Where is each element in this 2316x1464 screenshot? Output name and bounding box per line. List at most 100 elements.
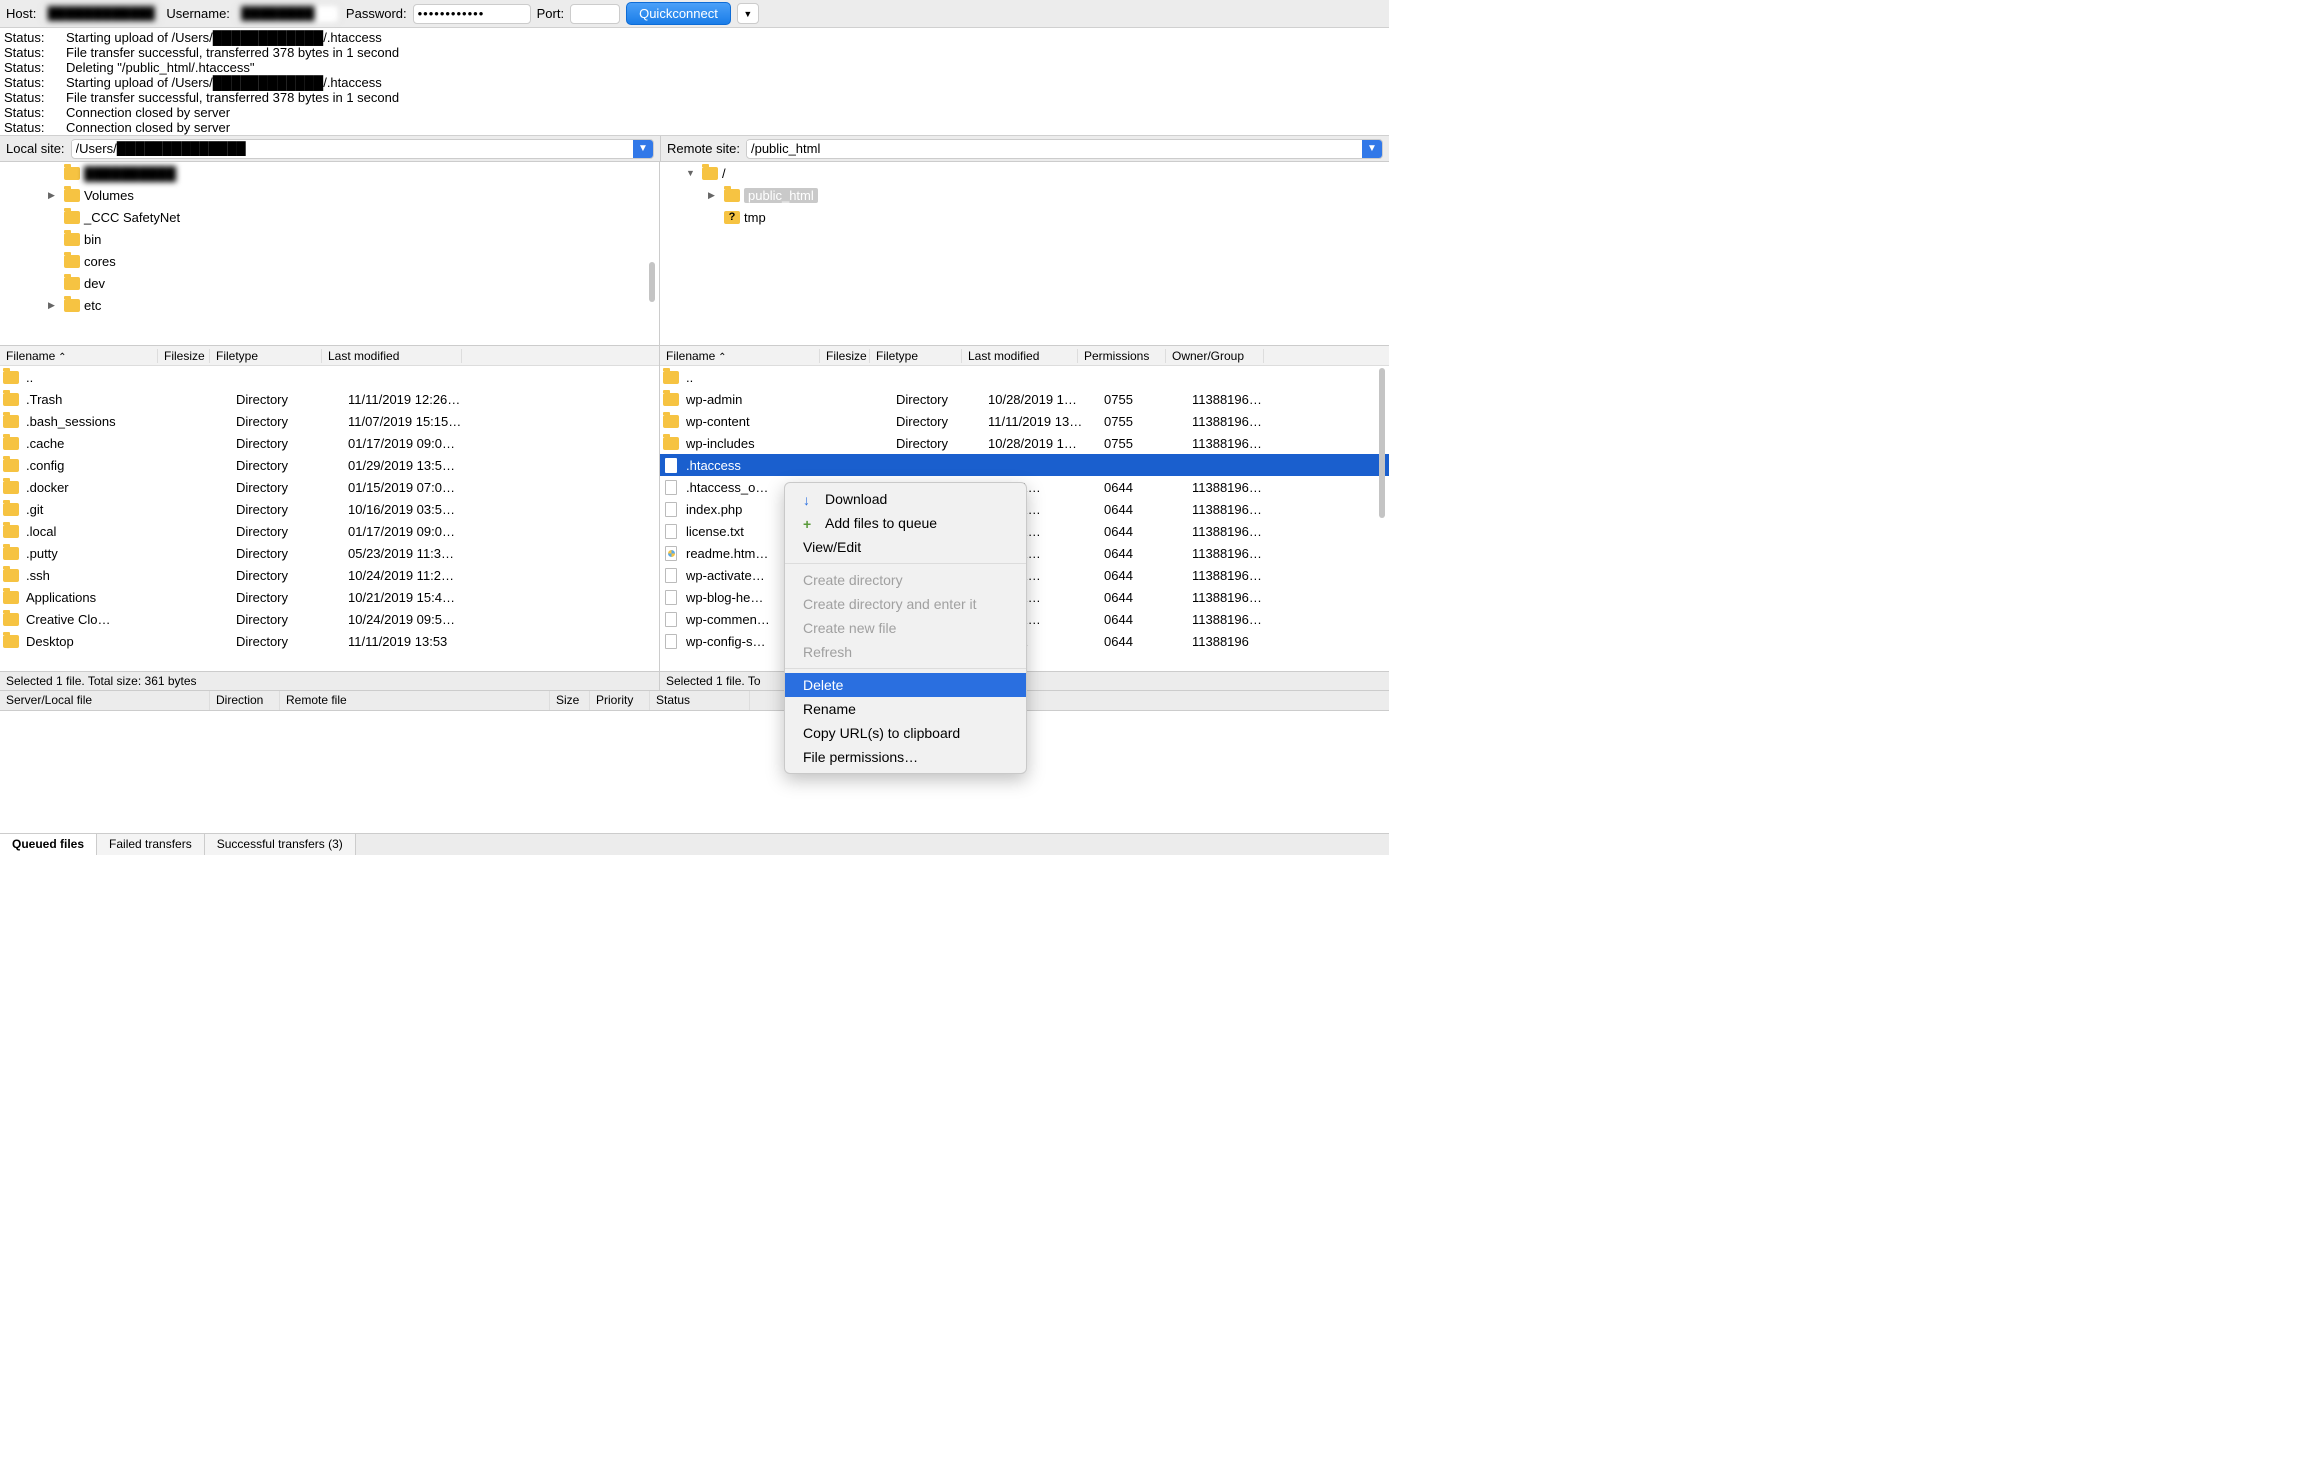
disclosure-icon[interactable]: ▶ <box>48 190 60 201</box>
local-tree[interactable]: ▶██████████▶Volumes▶_CCC SafetyNet▶bin▶c… <box>0 162 660 345</box>
file-type: Directory <box>232 436 344 451</box>
host-input[interactable] <box>42 4 160 24</box>
local-tree-item[interactable]: ▶bin <box>0 228 659 250</box>
file-row[interactable]: wp-contentDirectory11/11/2019 13…0755113… <box>660 410 1389 432</box>
local-tree-item[interactable]: ▶cores <box>0 250 659 272</box>
remote-site-combo[interactable]: ▼ <box>746 139 1383 159</box>
column-header[interactable]: Filesize <box>820 349 870 363</box>
column-header[interactable]: Owner/Group <box>1166 349 1264 363</box>
queue-column-header[interactable]: Size <box>550 691 590 710</box>
transfer-queue-body[interactable] <box>0 711 1389 833</box>
tree-item-label: / <box>722 166 726 181</box>
username-input[interactable] <box>236 4 340 24</box>
file-row[interactable]: Creative Clo…Directory10/24/2019 09:5… <box>0 608 659 630</box>
ctx-download-label: Download <box>825 491 887 507</box>
local-file-header: FilenameFilesizeFiletypeLast modified <box>0 346 659 366</box>
ctx-download[interactable]: Download <box>785 487 1026 511</box>
remote-tree-item[interactable]: ▶public_html <box>660 184 1389 206</box>
scrollbar-thumb[interactable] <box>649 262 655 302</box>
folder-icon <box>2 613 20 626</box>
file-name: .. <box>682 370 842 385</box>
file-row[interactable]: .gitDirectory10/16/2019 03:5… <box>0 498 659 520</box>
remote-tree[interactable]: ▼/▶public_html▶?tmp <box>660 162 1389 345</box>
column-header[interactable]: Filename <box>0 349 158 363</box>
tree-item-label: dev <box>84 276 105 291</box>
column-header[interactable]: Permissions <box>1078 349 1166 363</box>
file-row[interactable]: DesktopDirectory11/11/2019 13:53 <box>0 630 659 652</box>
tab-failed-transfers[interactable]: Failed transfers <box>97 834 205 855</box>
log-status-label: Status: <box>4 30 66 45</box>
ctx-create-new-file[interactable]: Create new file <box>785 616 1026 640</box>
quickconnect-history-button[interactable]: ▼ <box>737 3 759 24</box>
selection-status-bar: Selected 1 file. Total size: 361 bytes S… <box>0 671 1389 691</box>
quickconnect-button[interactable]: Quickconnect <box>626 2 731 25</box>
ctx-addqueue-label: Add files to queue <box>825 515 937 531</box>
queue-column-header[interactable]: Direction <box>210 691 280 710</box>
file-row[interactable]: .localDirectory01/17/2019 09:0… <box>0 520 659 542</box>
file-row[interactable]: .TrashDirectory11/11/2019 12:26… <box>0 388 659 410</box>
file-row[interactable]: .. <box>0 366 659 388</box>
ctx-create-directory[interactable]: Create directory <box>785 568 1026 592</box>
folder-icon <box>2 459 20 472</box>
queue-column-header[interactable]: Status <box>650 691 750 710</box>
column-header[interactable]: Filesize <box>158 349 210 363</box>
file-row[interactable]: ApplicationsDirectory10/21/2019 15:4… <box>0 586 659 608</box>
file-name: wp-includes <box>682 436 842 451</box>
ctx-add-to-queue[interactable]: Add files to queue <box>785 511 1026 535</box>
ctx-copy-url[interactable]: Copy URL(s) to clipboard <box>785 721 1026 745</box>
file-row[interactable]: .cacheDirectory01/17/2019 09:0… <box>0 432 659 454</box>
disclosure-icon[interactable]: ▶ <box>708 190 720 201</box>
file-row[interactable]: wp-adminDirectory10/28/2019 1…0755113881… <box>660 388 1389 410</box>
local-site-combo[interactable]: ▼ <box>71 139 654 159</box>
tab-successful-transfers[interactable]: Successful transfers (3) <box>205 834 356 855</box>
port-input[interactable] <box>570 4 620 24</box>
local-tree-item[interactable]: ▶_CCC SafetyNet <box>0 206 659 228</box>
local-site-input[interactable] <box>72 141 633 156</box>
column-header[interactable]: Last modified <box>322 349 462 363</box>
remote-tree-item[interactable]: ▶?tmp <box>660 206 1389 228</box>
column-header[interactable]: Last modified <box>962 349 1078 363</box>
file-row[interactable]: .htaccess <box>660 454 1389 476</box>
file-row[interactable]: .bash_sessionsDirectory11/07/2019 15:15… <box>0 410 659 432</box>
local-selection-status: Selected 1 file. Total size: 361 bytes <box>0 672 660 690</box>
folder-icon: ? <box>724 211 740 224</box>
file-row[interactable]: .sshDirectory10/24/2019 11:2… <box>0 564 659 586</box>
ctx-rename[interactable]: Rename <box>785 697 1026 721</box>
chevron-down-icon[interactable]: ▼ <box>633 140 653 158</box>
ctx-create-directory-enter[interactable]: Create directory and enter it <box>785 592 1026 616</box>
username-label: Username: <box>166 6 230 21</box>
column-header[interactable]: Filetype <box>210 349 322 363</box>
file-modified: 10/24/2019 11:2… <box>344 568 484 583</box>
chevron-down-icon[interactable]: ▼ <box>1362 140 1382 158</box>
disclosure-icon[interactable]: ▼ <box>686 168 698 178</box>
file-modified: 10/21/2019 15:4… <box>344 590 484 605</box>
remote-site-input[interactable] <box>747 141 1362 156</box>
file-row[interactable]: .configDirectory01/29/2019 13:5… <box>0 454 659 476</box>
scrollbar-thumb[interactable] <box>1379 368 1385 518</box>
ctx-file-permissions[interactable]: File permissions… <box>785 745 1026 769</box>
file-row[interactable]: .dockerDirectory01/15/2019 07:0… <box>0 476 659 498</box>
local-file-list[interactable]: FilenameFilesizeFiletypeLast modified ..… <box>0 346 660 671</box>
ctx-delete[interactable]: Delete <box>785 673 1026 697</box>
remote-tree-item[interactable]: ▼/ <box>660 162 1389 184</box>
column-header[interactable]: Filetype <box>870 349 962 363</box>
folder-icon <box>2 503 20 516</box>
file-modified: 11/11/2019 13… <box>984 414 1100 429</box>
file-row[interactable]: .. <box>660 366 1389 388</box>
disclosure-icon[interactable]: ▶ <box>48 300 60 311</box>
file-type: Directory <box>892 436 984 451</box>
file-row[interactable]: .puttyDirectory05/23/2019 11:3… <box>0 542 659 564</box>
file-row[interactable]: wp-includesDirectory10/28/2019 1…0755113… <box>660 432 1389 454</box>
queue-column-header[interactable]: Priority <box>590 691 650 710</box>
local-tree-item[interactable]: ▶etc <box>0 294 659 316</box>
queue-column-header[interactable]: Remote file <box>280 691 550 710</box>
local-tree-item[interactable]: ▶██████████ <box>0 162 659 184</box>
queue-column-header[interactable]: Server/Local file <box>0 691 210 710</box>
local-tree-item[interactable]: ▶dev <box>0 272 659 294</box>
ctx-refresh[interactable]: Refresh <box>785 640 1026 664</box>
tab-queued-files[interactable]: Queued files <box>0 834 97 855</box>
column-header[interactable]: Filename <box>660 349 820 363</box>
local-tree-item[interactable]: ▶Volumes <box>0 184 659 206</box>
ctx-view-edit[interactable]: View/Edit <box>785 535 1026 559</box>
password-input[interactable] <box>413 4 531 24</box>
